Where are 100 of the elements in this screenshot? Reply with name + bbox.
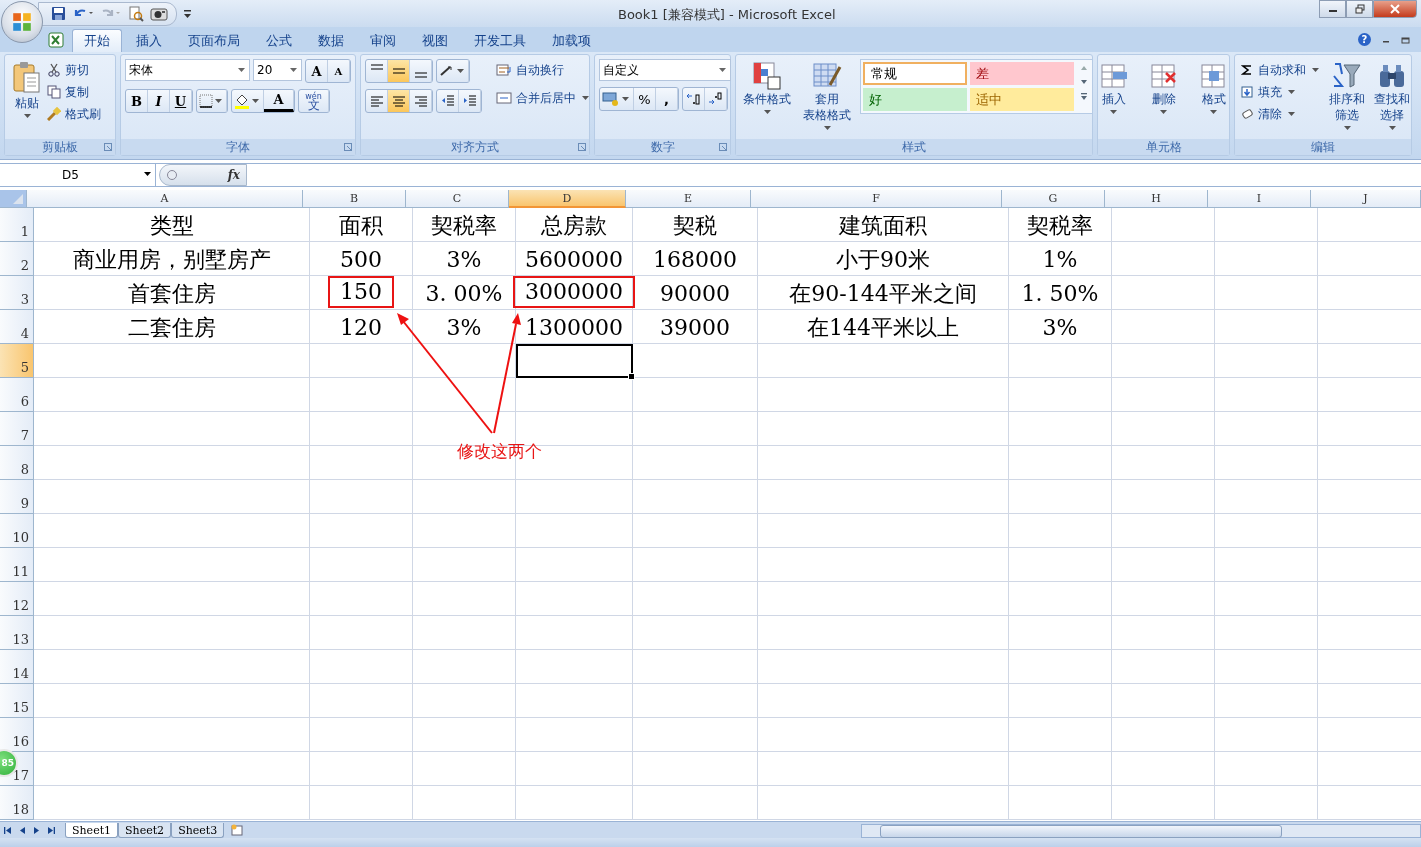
more-styles-icon[interactable] bbox=[1078, 90, 1090, 102]
table-cell[interactable] bbox=[516, 616, 633, 650]
ribbon-tab[interactable]: 开发工具 bbox=[462, 29, 538, 52]
table-cell[interactable] bbox=[516, 650, 633, 684]
row-header[interactable]: 11 bbox=[0, 548, 34, 582]
column-header[interactable]: I bbox=[1208, 190, 1311, 208]
table-cell[interactable] bbox=[758, 684, 1009, 718]
table-cell[interactable] bbox=[34, 412, 310, 446]
table-cell[interactable]: 契税率 bbox=[1009, 208, 1112, 242]
table-cell[interactable] bbox=[1112, 378, 1215, 412]
horizontal-scrollbar[interactable] bbox=[861, 824, 1421, 838]
table-cell[interactable] bbox=[1112, 752, 1215, 786]
table-cell[interactable] bbox=[310, 786, 413, 820]
customize-toolbar-icon[interactable] bbox=[183, 8, 192, 19]
table-cell[interactable] bbox=[1215, 412, 1318, 446]
cell-style-option[interactable]: 好 bbox=[863, 88, 967, 111]
table-cell[interactable] bbox=[633, 344, 758, 378]
shrink-font-button[interactable]: A bbox=[328, 60, 350, 82]
fill-color-button[interactable] bbox=[232, 90, 264, 112]
column-header[interactable]: E bbox=[626, 190, 751, 208]
table-cell[interactable] bbox=[516, 752, 633, 786]
table-cell[interactable] bbox=[758, 378, 1009, 412]
table-cell[interactable] bbox=[310, 582, 413, 616]
table-cell[interactable] bbox=[633, 616, 758, 650]
table-cell[interactable] bbox=[1215, 684, 1318, 718]
table-cell[interactable] bbox=[1215, 616, 1318, 650]
restore-button[interactable] bbox=[1346, 0, 1373, 18]
column-header[interactable]: C bbox=[406, 190, 509, 208]
row-header[interactable]: 9 bbox=[0, 480, 34, 514]
table-cell[interactable] bbox=[1112, 344, 1215, 378]
table-cell[interactable] bbox=[1009, 718, 1112, 752]
number-format-dropdown[interactable]: 自定义 bbox=[599, 59, 731, 81]
row-header[interactable]: 18 bbox=[0, 786, 34, 820]
table-cell[interactable] bbox=[413, 344, 516, 378]
table-cell[interactable]: 在144平米以上 bbox=[758, 310, 1009, 344]
table-cell[interactable] bbox=[1009, 582, 1112, 616]
cell-style-option[interactable]: 常规 bbox=[863, 62, 967, 85]
table-cell[interactable] bbox=[1215, 344, 1318, 378]
table-cell[interactable] bbox=[758, 650, 1009, 684]
table-cell[interactable] bbox=[310, 480, 413, 514]
currency-button[interactable] bbox=[600, 88, 634, 110]
fill-handle[interactable] bbox=[628, 373, 635, 380]
table-cell[interactable]: 5600000 bbox=[516, 242, 633, 276]
table-cell[interactable] bbox=[633, 412, 758, 446]
table-cell[interactable] bbox=[633, 548, 758, 582]
table-cell[interactable] bbox=[516, 684, 633, 718]
table-cell[interactable] bbox=[34, 378, 310, 412]
sheet-tab[interactable]: Sheet1 bbox=[65, 823, 119, 838]
table-cell[interactable] bbox=[413, 786, 516, 820]
table-cell[interactable] bbox=[34, 548, 310, 582]
table-cell[interactable] bbox=[758, 412, 1009, 446]
table-cell[interactable] bbox=[1009, 514, 1112, 548]
column-header[interactable]: J bbox=[1311, 190, 1421, 208]
font-name-dropdown[interactable]: 宋体 bbox=[125, 59, 251, 81]
table-cell[interactable] bbox=[310, 752, 413, 786]
row-header[interactable]: 8 bbox=[0, 446, 34, 480]
table-cell[interactable]: 500 bbox=[310, 242, 413, 276]
table-cell[interactable] bbox=[1009, 752, 1112, 786]
table-cell[interactable] bbox=[516, 514, 633, 548]
row-header[interactable]: 12 bbox=[0, 582, 34, 616]
table-cell[interactable] bbox=[310, 718, 413, 752]
table-cell[interactable]: 3. 00% bbox=[413, 276, 516, 310]
sheet-nav-icon[interactable] bbox=[46, 825, 55, 835]
table-cell[interactable] bbox=[413, 582, 516, 616]
dialog-launcher-icon[interactable] bbox=[719, 143, 727, 151]
table-cell[interactable] bbox=[516, 718, 633, 752]
font-style-button[interactable]: B bbox=[126, 90, 148, 112]
table-cell[interactable] bbox=[34, 718, 310, 752]
table-cell[interactable] bbox=[633, 514, 758, 548]
table-cell[interactable] bbox=[1112, 446, 1215, 480]
table-cell[interactable] bbox=[310, 650, 413, 684]
cells-button[interactable]: 删除 bbox=[1145, 59, 1182, 119]
dialog-launcher-icon[interactable] bbox=[104, 143, 112, 151]
table-cell[interactable] bbox=[1112, 718, 1215, 752]
table-cell[interactable] bbox=[1112, 276, 1215, 310]
table-cell[interactable] bbox=[1215, 446, 1318, 480]
comma-button[interactable]: , bbox=[656, 88, 678, 110]
table-cell[interactable]: 类型 bbox=[34, 208, 310, 242]
table-cell[interactable] bbox=[633, 718, 758, 752]
insert-function-button[interactable]: fx bbox=[227, 168, 240, 182]
vertical-align-button[interactable] bbox=[388, 60, 410, 82]
table-cell[interactable] bbox=[516, 480, 633, 514]
grow-font-button[interactable]: A bbox=[306, 60, 328, 82]
ribbon-tab[interactable]: 加载项 bbox=[540, 29, 603, 52]
insert-sheet-icon[interactable] bbox=[230, 824, 245, 836]
table-cell[interactable] bbox=[633, 480, 758, 514]
table-cell[interactable] bbox=[758, 344, 1009, 378]
table-cell[interactable] bbox=[1009, 548, 1112, 582]
table-cell[interactable] bbox=[1009, 412, 1112, 446]
table-cell[interactable] bbox=[310, 344, 413, 378]
close-button[interactable] bbox=[1373, 0, 1417, 18]
table-cell[interactable] bbox=[1009, 684, 1112, 718]
sheet-tab[interactable]: Sheet3 bbox=[171, 823, 225, 838]
table-cell[interactable] bbox=[1009, 378, 1112, 412]
table-cell[interactable]: 二套住房 bbox=[34, 310, 310, 344]
table-cell[interactable]: 小于90米 bbox=[758, 242, 1009, 276]
camera-icon[interactable] bbox=[150, 6, 168, 21]
table-cell[interactable] bbox=[758, 752, 1009, 786]
column-header[interactable]: F bbox=[751, 190, 1002, 208]
table-cell[interactable] bbox=[413, 684, 516, 718]
